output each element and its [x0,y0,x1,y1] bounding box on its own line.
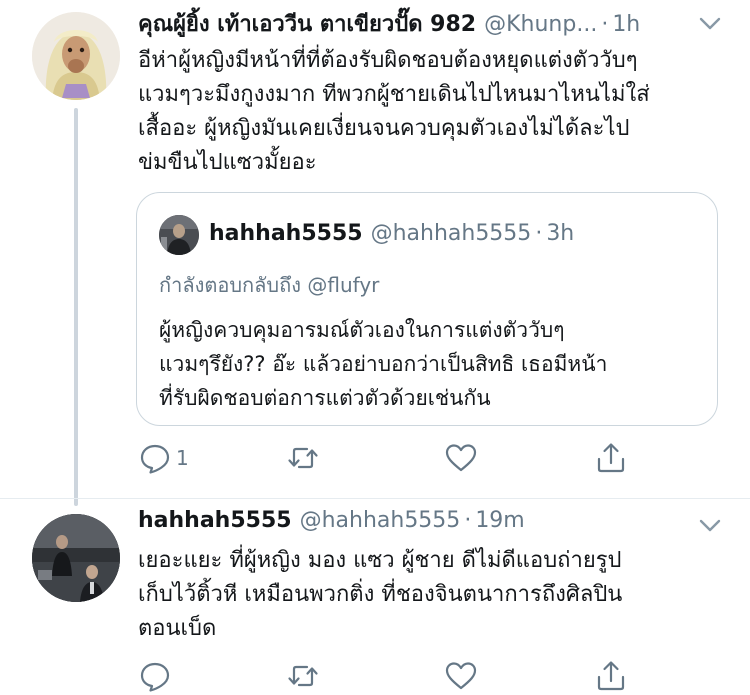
reply-button[interactable] [138,658,172,694]
share-button[interactable] [594,658,628,694]
reply-icon [140,444,170,474]
tweet-text-line: เสื้ออะ ผู้หญิงมันเคยเงี่ยนจนควบคุมตัวเอ… [138,116,630,141]
replying-to-handle[interactable]: @flufyr [307,273,379,297]
replying-to-label: กำลังตอบกลับถึง [159,273,301,297]
tweet-text: เยอะแยะ ที่ผู้หญิง มอง แซว ผู้ชาย ดีไม่ด… [138,544,728,646]
user-handle[interactable]: @hahhah5555 [300,508,461,533]
tweet[interactable]: คุณผู้ยิ้ง เท้าเอววีน ตาเขียวปั๊ด 982 @K… [0,0,750,506]
avatar-image [32,514,120,602]
separator: · [535,221,543,246]
chevron-down-icon[interactable] [698,518,722,534]
reply-button[interactable]: 1 [138,440,189,476]
thread-connector-line [74,108,78,506]
share-icon [597,661,625,691]
quoted-timestamp[interactable]: 3h [546,221,574,246]
like-icon [445,662,477,690]
share-button[interactable] [594,440,628,476]
retweet-icon [288,447,318,469]
tweet-actions [138,658,638,694]
reply-icon [140,662,170,692]
quoted-avatar[interactable] [159,215,199,255]
quoted-header: hahhah5555 @hahhah5555 · 3h [209,221,574,246]
tweet-text-line: ตอนเบ็ด [138,616,217,641]
quoted-text-line: ที่รับผิดชอบต่อการแต่วตัวด้วยเช่นกัน [159,386,491,410]
quoted-user-handle[interactable]: @hahhah5555 [371,221,532,246]
display-name[interactable]: คุณผู้ยิ้ง เท้าเอววีน ตาเขียวปั๊ด 982 [138,6,476,41]
share-icon [597,443,625,473]
reply-count: 1 [176,446,189,470]
tweet-header: hahhah5555 @hahhah5555 · 19m [138,508,525,542]
tweet-text: อีห่าผู้หญิงมีหน้าที่ที่ต้องรับผิดชอบต้อ… [138,44,728,180]
avatar-image [32,12,120,100]
quoted-display-name[interactable]: hahhah5555 [209,221,363,246]
retweet-button[interactable] [286,658,320,694]
separator: · [601,12,609,37]
tweet-text-line: ข่มขืนไปแซวมั้ยอะ [138,150,317,175]
separator: · [464,508,472,533]
tweet-header: คุณผู้ยิ้ง เท้าเอววีน ตาเขียวปั๊ด 982 @K… [138,6,640,40]
chevron-down-icon[interactable] [698,16,722,32]
display-name[interactable]: hahhah5555 [138,508,292,533]
quoted-text: ผู้หญิงควบคุมอารมณ์ตัวเองในการแต่งตัววับ… [159,313,699,415]
like-button[interactable] [444,440,478,476]
quoted-tweet[interactable]: hahhah5555 @hahhah5555 · 3h กำลังตอบกลับ… [136,192,718,426]
replying-to: กำลังตอบกลับถึง @flufyr [159,269,379,301]
tweet-text-line: อีห่าผู้หญิงมีหน้าที่ที่ต้องรับผิดชอบต้อ… [138,48,638,73]
tweet-text-line: เก็บไว้ติ้วหี เหมือนพวกติ่ง ที่ชองจินตนา… [138,582,623,607]
tweet-text-line: แวมๆวะมึงกูงงมาก ทีพวกผู้ชายเดินไปไหนมาไ… [138,82,650,107]
timestamp[interactable]: 19m [475,508,524,533]
quoted-text-line: ผู้หญิงควบคุมอารมณ์ตัวเองในการแต่งตัววับ… [159,318,565,342]
retweet-button[interactable] [286,440,320,476]
quoted-text-line: แวมๆรึยัง?? อ๊ะ แล้วอย่าบอกว่าเป็นสิทธิ … [159,352,608,376]
user-handle[interactable]: @Khunp... [484,12,597,37]
retweet-icon [288,665,318,687]
like-icon [445,444,477,472]
like-button[interactable] [444,658,478,694]
timestamp[interactable]: 1h [612,12,640,37]
avatar[interactable] [32,514,120,602]
tweet-text-line: เยอะแยะ ที่ผู้หญิง มอง แซว ผู้ชาย ดีไม่ด… [138,548,622,573]
tweet-actions: 1 [138,440,638,476]
avatar[interactable] [32,12,120,100]
quoted-avatar-image [159,215,199,255]
